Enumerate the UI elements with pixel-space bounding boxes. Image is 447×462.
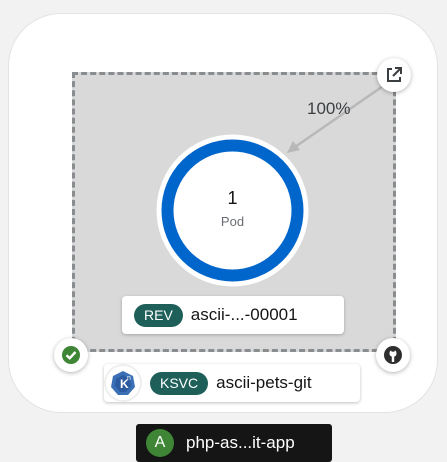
application-group-label[interactable]: A php-as...it-app — [136, 424, 332, 462]
open-url-button[interactable] — [377, 58, 411, 92]
revision-name: ascii-...-00001 — [190, 305, 298, 324]
revision-label[interactable]: REV ascii-...-00001 — [122, 296, 344, 334]
external-link-icon — [387, 67, 402, 82]
service-label[interactable]: KSVC ascii-pets-git — [104, 364, 360, 402]
pod-ring[interactable]: 1 Pod — [155, 133, 310, 288]
source-code-button[interactable] — [376, 338, 410, 372]
build-status-button[interactable] — [54, 338, 88, 372]
service-name: ascii-pets-git — [216, 373, 312, 392]
traffic-percent-label: 100% — [307, 99, 351, 118]
check-circle-icon — [62, 346, 80, 364]
rev-badge: REV — [134, 303, 183, 327]
pod-ring-svg — [156, 134, 309, 287]
app-badge: A — [146, 429, 174, 457]
svg-text:n: n — [127, 375, 131, 382]
pod-label: Pod — [220, 214, 245, 229]
pod-count: 1 — [227, 188, 238, 208]
application-name: php-as...it-app — [186, 433, 295, 452]
github-icon — [384, 346, 402, 364]
ksvc-badge: KSVC — [150, 371, 209, 395]
knative-icon: K n — [106, 366, 140, 400]
